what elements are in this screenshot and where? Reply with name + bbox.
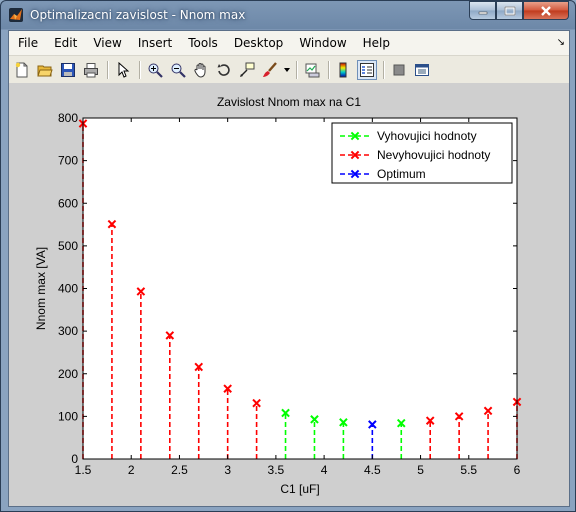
save-icon — [61, 62, 75, 77]
x-tick-label: 2 — [128, 463, 135, 477]
y-tick-label: 200 — [58, 367, 78, 381]
menu-file[interactable]: File — [9, 31, 46, 55]
menu-insert[interactable]: Insert — [130, 31, 180, 55]
y-tick-label: 500 — [58, 239, 78, 253]
figure-toolbar — [9, 56, 569, 84]
zoom-in-button[interactable] — [145, 60, 165, 80]
y-tick-label: 300 — [58, 324, 78, 338]
insert-legend-button[interactable] — [357, 59, 377, 80]
show-plot-tools-button[interactable] — [412, 60, 432, 80]
pan-button[interactable] — [191, 60, 211, 80]
toolbar-separator — [383, 60, 385, 79]
save-button[interactable] — [58, 60, 78, 80]
brush-dropdown-icon — [284, 67, 290, 72]
figure-client-area: File Edit View Insert Tools Desktop Wind… — [8, 30, 570, 507]
open-file-button[interactable] — [35, 60, 55, 80]
y-tick-label: 600 — [58, 196, 78, 210]
legend-entry-label: Vyhovujici hodnoty — [377, 129, 477, 143]
x-tick-label: 3.5 — [268, 463, 285, 477]
menu-help[interactable]: Help — [355, 31, 398, 55]
brush-button[interactable] — [260, 60, 280, 80]
rotate-icon — [217, 63, 230, 76]
zoom-out-icon — [171, 63, 186, 78]
x-tick-label: 6 — [514, 463, 521, 477]
toolbar-separator — [296, 60, 298, 79]
maximize-button[interactable] — [496, 1, 523, 20]
menu-view[interactable]: View — [85, 31, 129, 55]
matlab-app-icon[interactable] — [9, 8, 23, 22]
dock-arrow-icon[interactable]: ↘ — [557, 37, 565, 48]
link-plot-icon — [305, 63, 320, 77]
brush-dropdown-button[interactable] — [283, 60, 291, 80]
insert-colorbar-button[interactable] — [334, 60, 354, 80]
hide-plot-tools-button[interactable] — [389, 60, 409, 80]
toolbar-separator — [139, 60, 141, 79]
new-figure-button[interactable] — [12, 60, 32, 80]
edit-plot-button[interactable] — [113, 60, 133, 80]
window-title: Optimalizacni zavislost - Nnom max — [30, 8, 246, 22]
x-axis-label: C1 [uF] — [280, 482, 319, 496]
minimize-icon — [478, 11, 487, 14]
legend-icon — [360, 62, 374, 77]
pointer-icon — [118, 61, 130, 78]
x-tick-label: 5 — [417, 463, 424, 477]
x-tick-label: 5.5 — [460, 463, 477, 477]
data-cursor-button[interactable] — [237, 60, 257, 80]
minimize-button[interactable] — [469, 1, 496, 20]
legend-entry-label: Optimum — [377, 167, 426, 181]
x-tick-label: 4 — [321, 463, 328, 477]
y-tick-label: 100 — [58, 409, 78, 423]
menu-bar: File Edit View Insert Tools Desktop Wind… — [9, 31, 569, 56]
zoom-out-button[interactable] — [168, 60, 188, 80]
rotate-3d-button[interactable] — [214, 60, 234, 80]
x-tick-label: 3 — [224, 463, 231, 477]
brush-icon — [263, 61, 277, 77]
show-plot-tools-icon — [415, 63, 429, 76]
maximize-icon — [504, 6, 515, 15]
zoom-in-icon — [148, 63, 163, 78]
y-axis-label: Nnom max [VA] — [34, 247, 48, 330]
y-tick-label: 700 — [58, 154, 78, 168]
new-figure-icon — [15, 62, 28, 77]
y-tick-label: 400 — [58, 282, 78, 296]
close-button[interactable] — [523, 1, 569, 20]
pan-icon — [194, 62, 206, 78]
print-icon — [84, 62, 98, 77]
close-icon — [541, 5, 551, 16]
menu-desktop[interactable]: Desktop — [226, 31, 292, 55]
menu-window[interactable]: Window — [291, 31, 354, 55]
title-bar[interactable]: Optimalizacni zavislost - Nnom max — [1, 1, 575, 30]
x-tick-label: 4.5 — [364, 463, 381, 477]
colorbar-icon — [339, 62, 347, 77]
link-plot-button[interactable] — [302, 60, 322, 80]
y-tick-label: 0 — [71, 452, 78, 466]
print-button[interactable] — [81, 60, 101, 80]
chart-svg: 1.5 2 2.5 3 3.5 4 4.5 5 5.5 601002003004005006007… — [34, 111, 522, 496]
menu-edit[interactable]: Edit — [46, 31, 85, 55]
toolbar-separator — [328, 60, 330, 79]
legend-entry-label: Nevyhovujici hodnoty — [377, 148, 490, 162]
figure-canvas: Zavislost Nnom max na C1 1.5 2 2.5 3 3.5 4 4.5… — [9, 83, 569, 506]
open-file-icon — [37, 65, 53, 76]
hide-plot-tools-icon — [393, 64, 405, 75]
menu-tools[interactable]: Tools — [180, 31, 226, 55]
data-cursor-icon — [240, 62, 255, 77]
y-tick-label: 800 — [58, 111, 78, 125]
toolbar-separator — [107, 60, 109, 79]
figure-window: Optimalizacni zavislost - Nnom max File … — [0, 0, 576, 512]
x-tick-label: 2.5 — [171, 463, 188, 477]
